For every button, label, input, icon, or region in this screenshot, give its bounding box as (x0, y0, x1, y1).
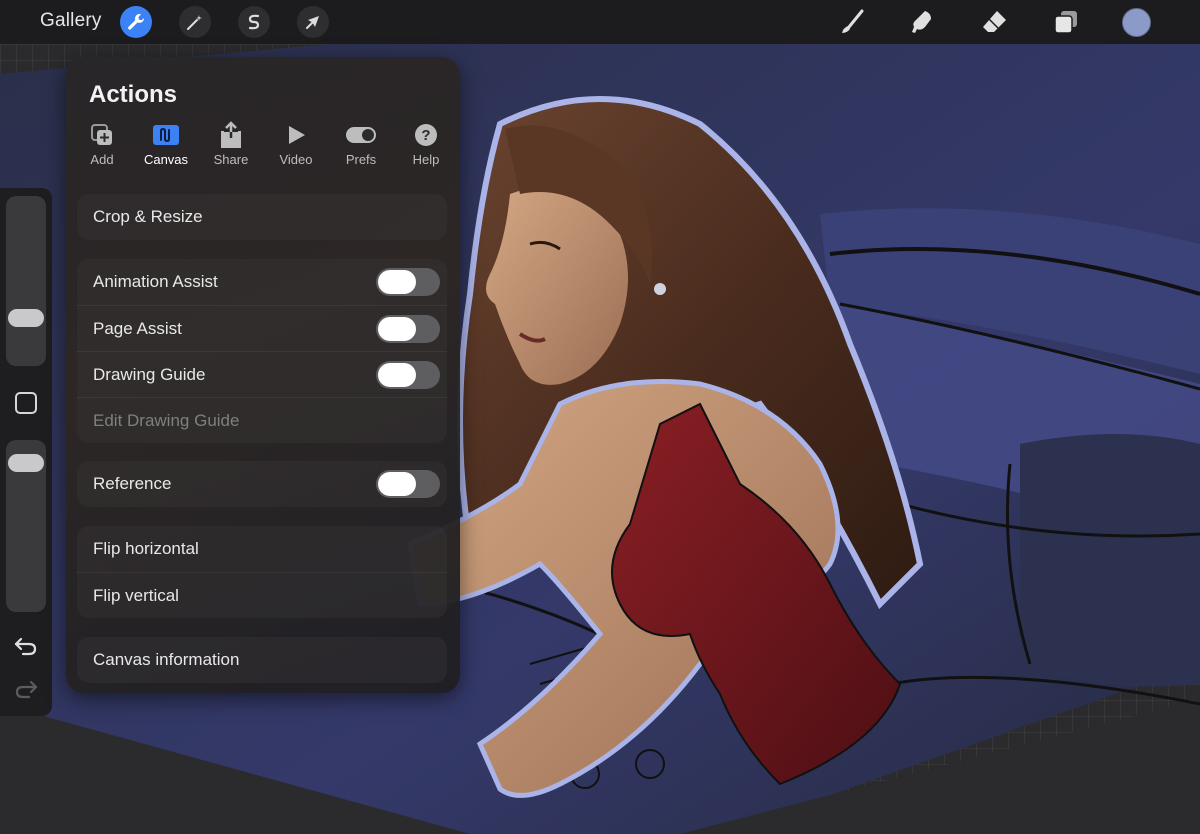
reference-label: Reference (93, 474, 172, 493)
layers-icon (1054, 11, 1077, 34)
page-assist-row[interactable]: Page Assist (77, 305, 447, 351)
tab-video[interactable]: Video (264, 121, 328, 173)
canvas-icon (153, 125, 179, 145)
share-icon (221, 121, 241, 148)
layers-button[interactable] (1050, 6, 1082, 38)
transform-button[interactable] (297, 6, 329, 38)
drawing-guide-row[interactable]: Drawing Guide (77, 351, 447, 397)
selection-button[interactable] (238, 6, 270, 38)
redo-button[interactable] (13, 678, 39, 700)
animation-assist-row[interactable]: Animation Assist (77, 259, 447, 305)
add-icon (91, 124, 112, 145)
drawing-guide-toggle[interactable] (376, 361, 440, 389)
adjustments-button[interactable] (179, 6, 211, 38)
top-toolbar: Gallery (0, 0, 1200, 44)
reference-row[interactable]: Reference (77, 461, 447, 507)
selection-s-icon (248, 14, 260, 30)
panel-title: Actions (89, 81, 178, 108)
brush-tool[interactable] (836, 6, 868, 38)
flip-group: Flip horizontal Flip vertical (77, 526, 447, 618)
left-sidebar (0, 188, 52, 716)
color-picker-button[interactable] (1122, 8, 1151, 37)
tab-share[interactable]: Share (199, 121, 263, 173)
canvas-info-group: Canvas information (77, 637, 447, 683)
actions-tabs: Add Canvas Share Video Prefs ? Help (76, 121, 452, 173)
edit-drawing-guide-button: Edit Drawing Guide (77, 397, 447, 443)
tab-add[interactable]: Add (70, 121, 134, 173)
magic-wand-icon (187, 15, 202, 30)
arrow-cursor-icon (306, 16, 319, 29)
animation-assist-toggle[interactable] (376, 268, 440, 296)
eraser-tool[interactable] (978, 6, 1010, 38)
crop-resize-button[interactable]: Crop & Resize (77, 194, 447, 240)
gallery-button[interactable]: Gallery (40, 10, 102, 32)
opacity-thumb[interactable] (8, 454, 44, 473)
wrench-icon (128, 14, 145, 30)
crop-resize-group: Crop & Resize (77, 194, 447, 240)
actions-panel: Actions Add Canvas Share Video Prefs ? H… (66, 57, 460, 693)
eraser-icon (983, 11, 1006, 32)
assist-group: Animation Assist Page Assist Drawing Gui… (77, 259, 447, 443)
tab-prefs[interactable]: Prefs (329, 121, 393, 173)
tab-canvas[interactable]: Canvas (134, 121, 198, 173)
undo-icon (14, 637, 37, 656)
prefs-toggle-icon (346, 127, 376, 143)
undo-button[interactable] (13, 635, 39, 657)
svg-text:?: ? (421, 127, 430, 144)
smudge-icon (912, 11, 931, 33)
brush-icon (842, 9, 864, 33)
flip-horizontal-button[interactable]: Flip horizontal (77, 526, 447, 572)
modify-button[interactable] (15, 392, 37, 414)
canvas-information-button[interactable]: Canvas information (77, 637, 447, 683)
video-play-icon (289, 126, 305, 144)
page-assist-label: Page Assist (93, 318, 182, 338)
page-assist-toggle[interactable] (376, 315, 440, 343)
animation-assist-label: Animation Assist (93, 272, 218, 291)
drawing-guide-label: Drawing Guide (93, 364, 206, 384)
actions-wrench-button[interactable] (120, 6, 152, 38)
opacity-slider[interactable] (6, 440, 46, 612)
smudge-tool[interactable] (906, 6, 938, 38)
reference-toggle[interactable] (376, 470, 440, 498)
brush-size-thumb[interactable] (8, 309, 44, 328)
tab-help[interactable]: ? Help (394, 121, 458, 173)
reference-group: Reference (77, 461, 447, 507)
brush-size-slider[interactable] (6, 196, 46, 366)
help-icon: ? (415, 124, 437, 146)
flip-vertical-button[interactable]: Flip vertical (77, 572, 447, 618)
redo-icon (15, 680, 38, 699)
